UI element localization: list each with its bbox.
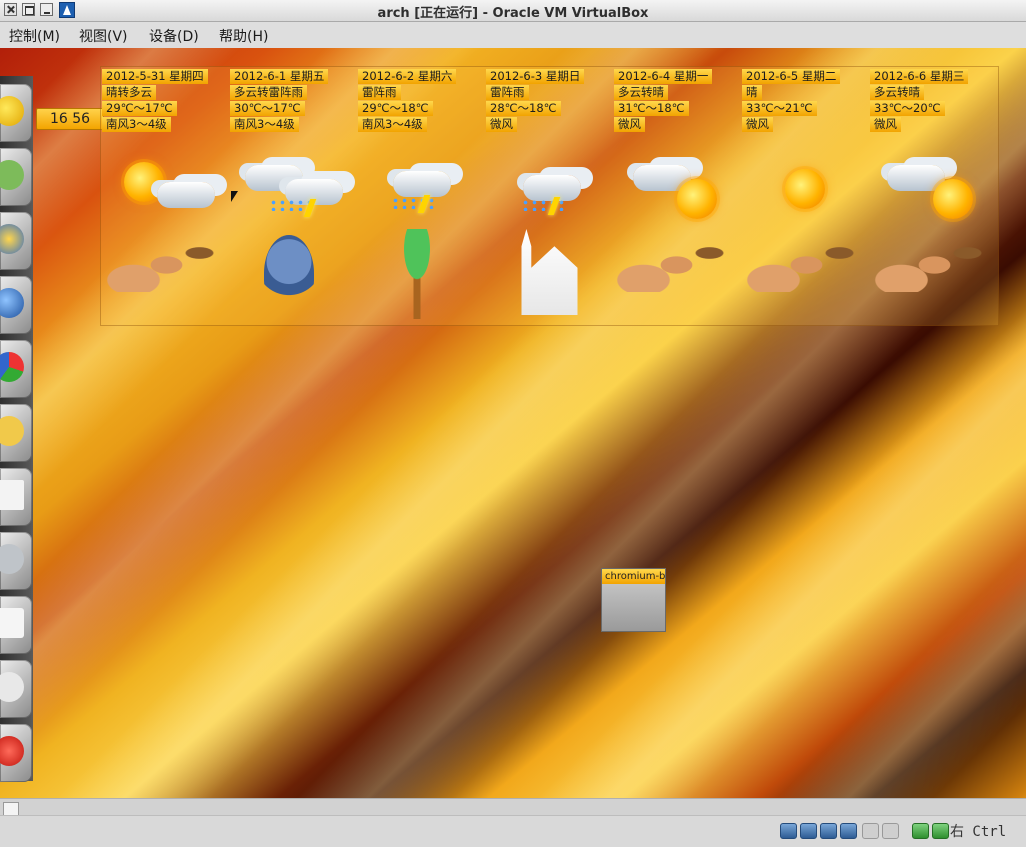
beach-lady-image bbox=[874, 232, 984, 292]
forecast-condition: 多云转晴 bbox=[614, 85, 668, 100]
optical-drive-icon[interactable] bbox=[800, 823, 817, 839]
church-image bbox=[521, 229, 578, 315]
forecast-date: 2012-6-5 星期二 bbox=[742, 69, 841, 84]
forecast-day: 2012-6-5 星期二 晴 33℃～21℃ 微风 bbox=[741, 67, 866, 325]
mouse-pointer-icon bbox=[231, 191, 238, 202]
forecast-wind: 微风 bbox=[742, 117, 773, 132]
guest-taskbar-icon[interactable] bbox=[3, 802, 19, 816]
host-key-label: 右 Ctrl bbox=[950, 824, 1007, 840]
forecast-wind: 微风 bbox=[614, 117, 645, 132]
forecast-date: 2012-5-31 星期四 bbox=[102, 69, 208, 84]
rain-icon bbox=[521, 199, 567, 211]
forecast-day: 2012-5-31 星期四 晴转多云 29℃～17℃ 南风3～4级 bbox=[101, 67, 226, 325]
chromium-desktop-label: chromium-br bbox=[602, 569, 665, 584]
usb-icon[interactable] bbox=[820, 823, 837, 839]
left-dock bbox=[0, 76, 33, 782]
forecast-temp: 30℃～17℃ bbox=[230, 101, 305, 116]
dock-leaf-icon[interactable] bbox=[0, 148, 32, 206]
sun-icon bbox=[677, 179, 717, 219]
forecast-day: 2012-6-2 星期六 雷阵雨 29℃～18℃ 南风3～4级 bbox=[357, 67, 482, 325]
critter-image bbox=[264, 235, 314, 311]
forecast-temp: 31℃～18℃ bbox=[614, 101, 689, 116]
forecast-condition: 晴转多云 bbox=[102, 85, 156, 100]
forecast-wind: 南风3～4级 bbox=[102, 117, 171, 132]
menu-devices[interactable]: 设备(D) bbox=[149, 26, 199, 46]
dock-globe-icon[interactable] bbox=[0, 276, 32, 334]
dock-chart-icon[interactable] bbox=[0, 340, 32, 398]
cloud-icon bbox=[157, 182, 215, 208]
cloud-icon bbox=[523, 175, 581, 201]
palm-tree-image bbox=[387, 229, 447, 319]
forecast-date: 2012-6-3 星期日 bbox=[486, 69, 585, 84]
dock-wrench-icon[interactable] bbox=[0, 532, 32, 590]
menu-help[interactable]: 帮助(H) bbox=[219, 26, 268, 46]
mouse-integration-icon[interactable] bbox=[932, 823, 949, 839]
menu-view[interactable]: 视图(V) bbox=[79, 26, 128, 46]
beach-lady-image bbox=[746, 232, 856, 292]
forecast-wind: 微风 bbox=[486, 117, 517, 132]
forecast-wind: 南风3～4级 bbox=[358, 117, 427, 132]
dock-paint-icon[interactable] bbox=[0, 404, 32, 462]
virtualbox-status-bar: 右 Ctrl bbox=[0, 815, 1026, 847]
forecast-temp: 29℃～18℃ bbox=[358, 101, 433, 116]
network-icon[interactable] bbox=[840, 823, 857, 839]
clock-widget: 16 56 bbox=[36, 108, 104, 130]
dock-power-icon[interactable] bbox=[0, 724, 32, 782]
harddisk-icon[interactable] bbox=[780, 823, 797, 839]
window-title: arch [正在运行] - Oracle VM VirtualBox bbox=[377, 6, 649, 21]
forecast-condition: 多云转晴 bbox=[870, 85, 924, 100]
guest-desktop[interactable]: 16 56 2012-5-31 星期四 晴转多云 29℃～17℃ 南风3～4级 … bbox=[0, 48, 1026, 798]
rain-icon bbox=[391, 197, 437, 209]
forecast-day: 2012-6-3 星期日 雷阵雨 28℃～18℃ 微风 bbox=[485, 67, 610, 325]
forecast-wind: 微风 bbox=[870, 117, 901, 132]
sun-icon bbox=[933, 179, 973, 219]
shared-folders-icon[interactable] bbox=[862, 823, 879, 839]
forecast-day: 2012-6-4 星期一 多云转晴 31℃～18℃ 微风 bbox=[613, 67, 738, 325]
forecast-wind: 南风3～4级 bbox=[230, 117, 299, 132]
virtualization-icon[interactable] bbox=[912, 823, 929, 839]
dock-gamepad-icon[interactable] bbox=[0, 660, 32, 718]
guest-bottom-bar bbox=[0, 798, 1026, 816]
window-titlebar: arch [正在运行] - Oracle VM VirtualBox bbox=[0, 0, 1026, 22]
forecast-temp: 28℃～18℃ bbox=[486, 101, 561, 116]
cloud-icon bbox=[393, 171, 451, 197]
beach-lady-image bbox=[106, 232, 216, 292]
menu-control[interactable]: 控制(M) bbox=[9, 26, 60, 46]
forecast-condition: 雷阵雨 bbox=[358, 85, 401, 100]
chromium-desktop-icon[interactable]: chromium-br bbox=[601, 568, 666, 632]
forecast-date: 2012-6-6 星期三 bbox=[870, 69, 969, 84]
forecast-day: 2012-6-1 星期五 多云转雷阵雨 30℃～17℃ 南风3～4级 bbox=[229, 67, 354, 325]
forecast-day: 2012-6-6 星期三 多云转晴 33℃～20℃ 微风 bbox=[869, 67, 994, 325]
forecast-temp: 29℃～17℃ bbox=[102, 101, 177, 116]
forecast-date: 2012-6-1 星期五 bbox=[230, 69, 329, 84]
forecast-date: 2012-6-4 星期一 bbox=[614, 69, 713, 84]
forecast-date: 2012-6-2 星期六 bbox=[358, 69, 457, 84]
sun-icon bbox=[785, 169, 825, 209]
beach-lady-image bbox=[616, 232, 726, 292]
display-icon[interactable] bbox=[882, 823, 899, 839]
forecast-temp: 33℃～21℃ bbox=[742, 101, 817, 116]
dock-document-icon[interactable] bbox=[0, 468, 32, 526]
dock-window-icon[interactable] bbox=[0, 596, 32, 654]
dock-star-icon[interactable] bbox=[0, 212, 32, 270]
menu-bar: 控制(M) 视图(V) 设备(D) 帮助(H) bbox=[0, 22, 1026, 48]
dock-smiley-icon[interactable] bbox=[0, 84, 32, 142]
forecast-temp: 33℃～20℃ bbox=[870, 101, 945, 116]
forecast-condition: 晴 bbox=[742, 85, 762, 100]
forecast-condition: 多云转雷阵雨 bbox=[230, 85, 307, 100]
forecast-condition: 雷阵雨 bbox=[486, 85, 529, 100]
